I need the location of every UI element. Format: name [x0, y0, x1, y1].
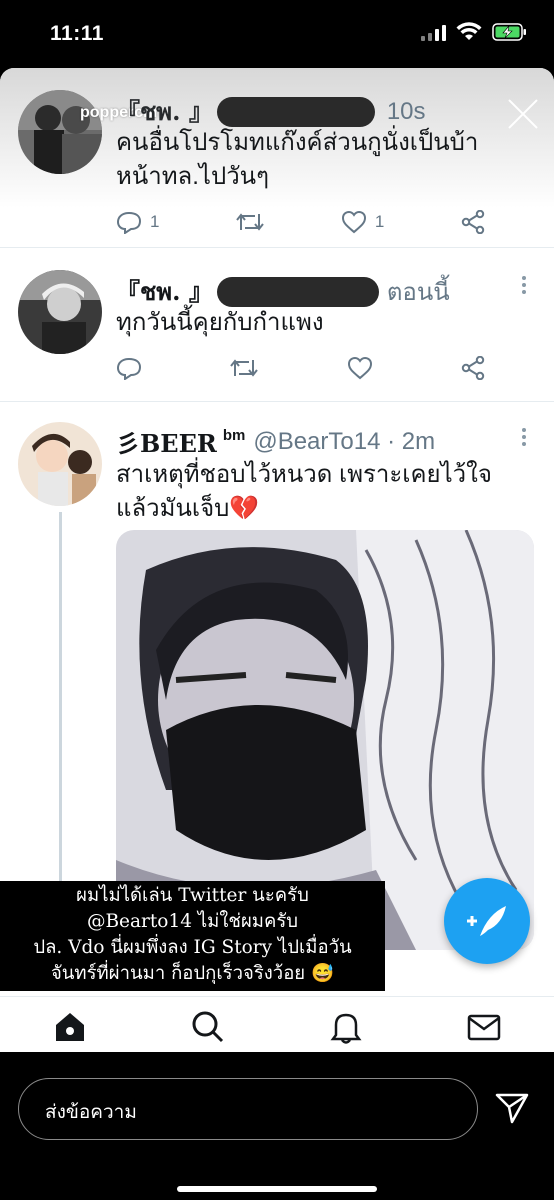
reply-count: 1: [150, 212, 160, 231]
share-button[interactable]: [460, 356, 486, 380]
tweet-1[interactable]: poppercnn 『ชพ. 』 10s คนอื่นโปรโมทแก๊งค์ส…: [0, 68, 554, 248]
compose-feather-icon: [467, 906, 506, 936]
caption-line: จันทร์ที่ผ่านมา ก็อปกุเร็วจริงว้อย 😅: [50, 963, 335, 984]
caption-line: @Bearto14 ไม่ใช่ผมครับ: [86, 911, 299, 932]
tweet-text-line: แล้วมันเจ็บ💔: [116, 495, 260, 522]
tab-home[interactable]: [52, 1009, 88, 1045]
reply-button[interactable]: 1: [116, 210, 159, 234]
avatar[interactable]: [18, 422, 102, 506]
redaction-bar: [216, 276, 379, 307]
share-icon: [461, 356, 485, 380]
status-time: 11:11: [50, 22, 104, 45]
story-card[interactable]: poppercnn 『ชพ. 』 10s คนอื่นโปรโมทแก๊งค์ส…: [0, 68, 554, 1052]
send-icon: [495, 1093, 529, 1124]
tweet-text-line: สาเหตุที่ชอบไว้หนวด เพราะเคยไว้ใจ: [116, 461, 492, 488]
tweet-time: 10s: [386, 97, 426, 125]
tweet-text-line: คนอื่นโปรโมทแก๊งค์ส่วนกูนั่งเป็นบ้า: [116, 129, 479, 156]
retweet-button[interactable]: [235, 210, 265, 234]
tweet-2[interactable]: 『ชพ. 』 ตอนนี้ ทุกวันนี้คุยกับกำแพง: [0, 248, 554, 402]
status-icons: [421, 22, 528, 42]
caption-line: ปล. Vdo นี่ผมพึ่งลง IG Story ไปเมื่อวัน: [33, 937, 352, 958]
tab-notifications[interactable]: [328, 1009, 364, 1045]
wifi-icon: [456, 22, 482, 40]
display-name-suffix: bm: [222, 427, 246, 444]
tab-messages[interactable]: [466, 1009, 502, 1045]
home-indicator[interactable]: [177, 1186, 377, 1192]
display-name[interactable]: 彡BEER: [116, 424, 217, 459]
tweet-text: ทุกวันนี้คุยกับกำแพง: [116, 306, 324, 340]
reply-icon: [116, 357, 142, 380]
like-button[interactable]: [347, 356, 373, 380]
share-button[interactable]: [460, 210, 486, 234]
tweet-text-line: หน้าทล.ไปวันๆ: [116, 163, 269, 190]
heart-icon: [341, 210, 366, 234]
story-reply-bar: ส่งข้อความ: [0, 1052, 554, 1200]
tweet-actions: [116, 356, 486, 380]
battery-charging-icon: [492, 23, 526, 41]
caption-line: ผมไม่ได้เล่น Twitter นะครับ: [76, 885, 309, 906]
close-icon[interactable]: [506, 96, 540, 130]
search-icon: [192, 1011, 224, 1043]
story-caption: ผมไม่ได้เล่น Twitter นะครับ @Bearto14 ไม…: [0, 881, 385, 991]
tweet-time: ตอนนี้: [386, 279, 450, 306]
tab-bar: [0, 996, 554, 1052]
share-icon: [461, 210, 485, 234]
tweet-handle[interactable]: @BearTo14 · 2m: [253, 428, 435, 456]
tab-search[interactable]: [190, 1009, 226, 1045]
home-icon: [56, 1013, 84, 1041]
like-count: 1: [374, 212, 385, 231]
tweet-actions: 1 1: [116, 210, 486, 234]
bell-icon: [330, 1013, 362, 1044]
like-button[interactable]: 1: [341, 210, 384, 234]
tweet-text-line: ทุกวันนี้คุยกับกำแพง: [116, 309, 324, 336]
more-icon[interactable]: [522, 428, 528, 446]
reply-icon: [116, 211, 142, 234]
retweet-button[interactable]: [229, 356, 259, 380]
retweet-icon: [236, 213, 264, 231]
send-message-input[interactable]: ส่งข้อความ: [18, 1078, 478, 1140]
tweet-text: คนอื่นโปรโมทแก๊งค์ส่วนกูนั่งเป็นบ้า หน้า…: [116, 126, 478, 194]
redaction-bar: [216, 96, 375, 127]
send-button[interactable]: [494, 1090, 530, 1126]
more-icon[interactable]: [522, 276, 528, 294]
compose-tweet-button[interactable]: [444, 878, 530, 964]
status-bar: 11:11: [0, 0, 554, 68]
tweet-header: 彡BEER bm @BearTo14 · 2m: [116, 424, 435, 459]
avatar[interactable]: [18, 270, 102, 354]
heart-icon: [347, 356, 372, 380]
reply-button[interactable]: [116, 356, 142, 380]
mail-icon: [467, 1014, 501, 1041]
retweet-icon: [230, 359, 259, 377]
avatar[interactable]: [18, 90, 102, 174]
tweet-text: สาเหตุที่ชอบไว้หนวด เพราะเคยไว้ใจ แล้วมั…: [116, 458, 492, 526]
signal-icon: [421, 23, 446, 41]
